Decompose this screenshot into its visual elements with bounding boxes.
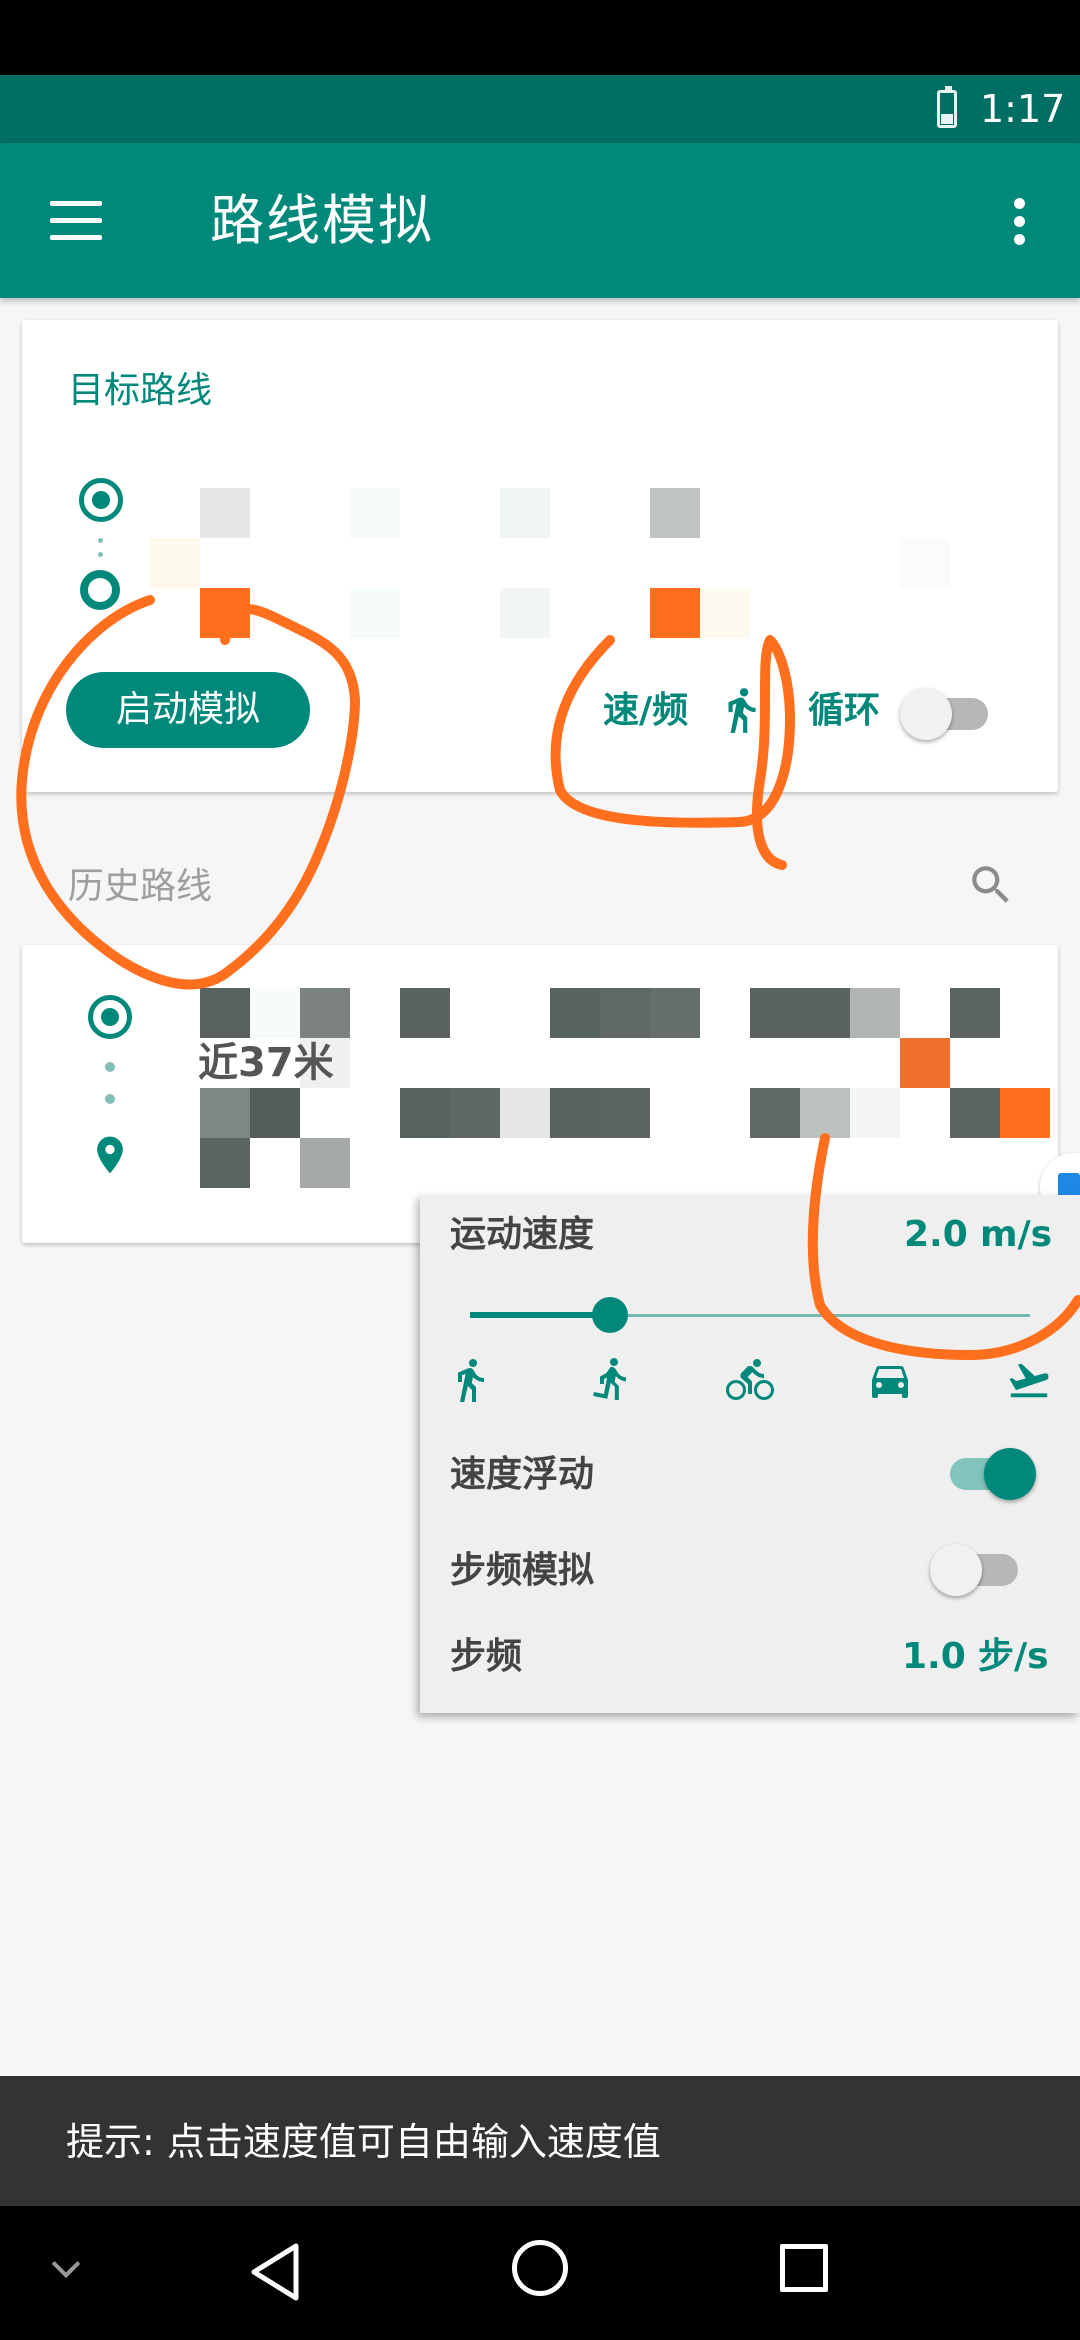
route-start-icon bbox=[88, 995, 132, 1039]
route-dot-icon bbox=[105, 1062, 115, 1072]
status-bar bbox=[0, 75, 1080, 143]
snackbar-text: 提示: 点击速度值可自由输入速度值 bbox=[66, 2120, 661, 2164]
hamburger-menu-icon[interactable] bbox=[40, 185, 112, 257]
home-icon[interactable] bbox=[512, 2240, 568, 2296]
app-bar bbox=[0, 143, 1080, 298]
walk-icon[interactable] bbox=[446, 1356, 494, 1404]
recent-apps-icon[interactable] bbox=[780, 2244, 828, 2292]
speed-slider-thumb[interactable] bbox=[592, 1297, 628, 1333]
speed-float-switch[interactable] bbox=[948, 1446, 1048, 1502]
speed-slider-fill bbox=[470, 1312, 610, 1318]
step-frequency-label: 步频 bbox=[450, 1636, 523, 1677]
route-start-icon bbox=[79, 478, 123, 522]
bicycle-icon[interactable] bbox=[726, 1356, 774, 1404]
top-black-strip bbox=[0, 0, 1080, 75]
more-vert-icon[interactable] bbox=[995, 186, 1045, 258]
cadence-sim-switch[interactable] bbox=[930, 1542, 1030, 1598]
speed-value[interactable]: 2.0 bbox=[904, 1210, 968, 1260]
route-dot-icon bbox=[98, 552, 103, 557]
status-time: 1:17 bbox=[980, 87, 1066, 131]
chevron-down-icon[interactable] bbox=[44, 2246, 88, 2290]
search-icon[interactable] bbox=[966, 860, 1016, 910]
speed-float-label: 速度浮动 bbox=[450, 1454, 595, 1495]
loop-switch[interactable] bbox=[900, 686, 1000, 742]
airplane-icon[interactable] bbox=[1006, 1356, 1052, 1404]
start-simulation-button[interactable]: 启动模拟 bbox=[66, 672, 310, 748]
history-distance: 近37米 bbox=[198, 1040, 334, 1086]
speed-unit: m/s bbox=[980, 1214, 1053, 1255]
target-route-title: 目标路线 bbox=[68, 370, 213, 411]
route-dot-icon bbox=[105, 1094, 115, 1104]
route-end-icon bbox=[80, 570, 120, 610]
location-pin-icon bbox=[97, 1136, 123, 1174]
car-icon[interactable] bbox=[866, 1356, 914, 1404]
speed-label: 运动速度 bbox=[450, 1214, 595, 1255]
pixelated-route-preview bbox=[150, 488, 1050, 638]
speed-cadence-label[interactable]: 速/频 bbox=[603, 686, 688, 736]
step-frequency-value[interactable]: 1.0 bbox=[902, 1632, 966, 1682]
battery-icon bbox=[937, 86, 957, 128]
history-routes-title: 历史路线 bbox=[68, 866, 213, 907]
back-icon[interactable] bbox=[246, 2240, 306, 2304]
cadence-sim-label: 步频模拟 bbox=[450, 1550, 595, 1591]
page-title: 路线模拟 bbox=[210, 189, 434, 252]
step-frequency-unit: 步/s bbox=[978, 1636, 1049, 1677]
loop-label: 循环 bbox=[808, 690, 881, 731]
running-person-icon[interactable] bbox=[716, 682, 766, 738]
route-dot-icon bbox=[98, 538, 103, 543]
run-icon[interactable] bbox=[586, 1356, 634, 1404]
